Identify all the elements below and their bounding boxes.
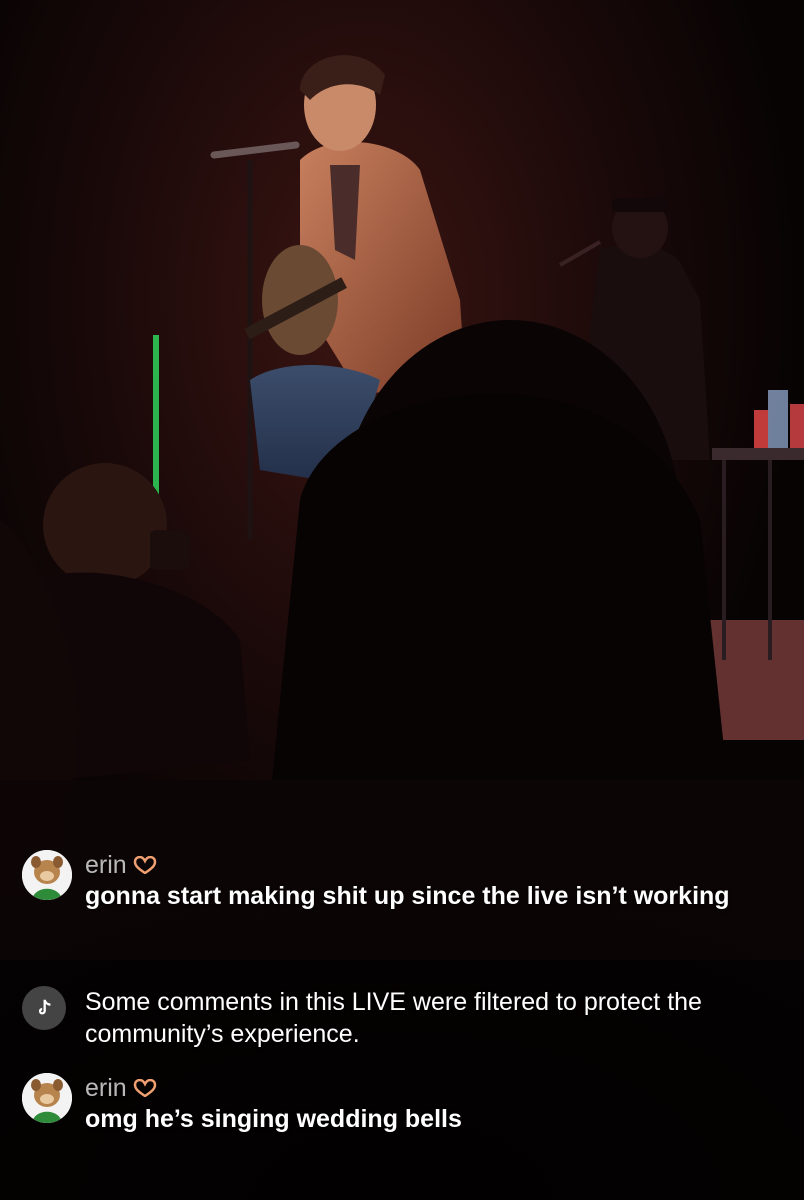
comment-text: omg he’s singing wedding bells (85, 1105, 462, 1133)
system-notice-text: Some comments in this LIVE were filtered… (85, 988, 702, 1048)
username[interactable]: erin (85, 850, 792, 880)
tiktok-logo-badge (22, 986, 66, 1030)
chat-comment[interactable]: erin omg he’s singing wedding bells (22, 1073, 792, 1153)
heart-hands-icon (133, 1079, 157, 1097)
chat-comment[interactable]: erin gonna start making shit up since th… (22, 850, 792, 950)
system-notice: Some comments in this LIVE were filtered… (22, 986, 792, 1056)
comment-text: gonna start making shit up since the liv… (85, 882, 730, 910)
avatar[interactable] (22, 850, 72, 900)
avatar[interactable] (22, 1073, 72, 1123)
heart-hands-icon (133, 856, 157, 874)
username[interactable]: erin (85, 1073, 792, 1103)
chipmunk-avatar-icon (22, 1073, 72, 1123)
chipmunk-avatar-icon (22, 850, 72, 900)
tiktok-logo-icon (38, 999, 51, 1015)
